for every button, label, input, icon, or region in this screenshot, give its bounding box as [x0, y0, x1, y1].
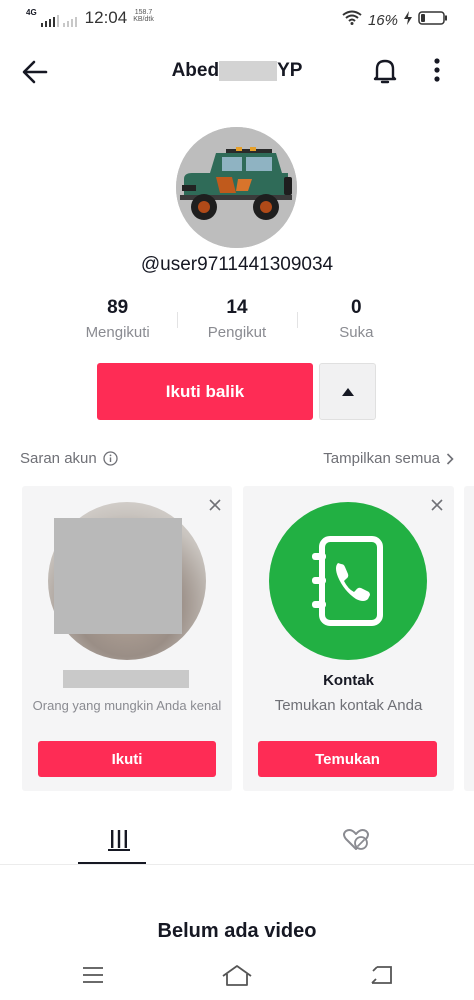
dismiss-contacts-button[interactable] [430, 498, 444, 512]
network-speed-unit: KB/dtk [133, 16, 154, 23]
wifi-icon [342, 10, 362, 30]
battery-percent: 16% [367, 11, 398, 29]
close-icon [431, 499, 443, 511]
profile-avatar[interactable] [176, 127, 297, 248]
charging-icon [404, 10, 412, 30]
status-bar: 4G 12:04 158.7 KB/dtk 16% [0, 0, 474, 36]
bell-icon [373, 59, 397, 84]
recents-button[interactable] [73, 960, 113, 990]
show-all-link[interactable]: Tampilkan semua [323, 450, 454, 467]
network-type: 4G [26, 8, 37, 17]
find-contacts-button[interactable]: Temukan [258, 741, 437, 777]
suggested-accounts-title: Saran akun [20, 450, 97, 467]
contacts-title: Kontak [323, 672, 374, 689]
network-speed: 158.7 KB/dtk [133, 9, 154, 23]
close-icon [209, 499, 221, 511]
system-nav-bar [0, 958, 474, 994]
back-nav-button[interactable] [361, 960, 401, 990]
grid-bars-icon [107, 830, 130, 851]
redacted-username-block [63, 670, 189, 688]
more-options-button[interactable] [425, 56, 449, 86]
followers-count: 14 [226, 297, 248, 318]
show-all-label: Tampilkan semua [323, 450, 440, 467]
follow-button[interactable]: Ikuti [38, 741, 216, 777]
heart-hidden-icon [342, 829, 369, 850]
following-count: 89 [107, 297, 129, 318]
stat-followers[interactable]: 14 Pengikut [177, 298, 296, 346]
profile-tabs [0, 815, 474, 865]
suggestion-card-partial[interactable] [464, 486, 474, 791]
redacted-name-block [219, 61, 278, 81]
signal-icon [40, 15, 59, 27]
dismiss-suggestion-button[interactable] [208, 498, 222, 512]
home-button[interactable] [217, 960, 257, 990]
info-icon[interactable] [103, 451, 118, 466]
battery-icon [418, 10, 448, 30]
username: @user9711441309034 [140, 254, 334, 275]
caret-up-icon [341, 387, 354, 396]
tabs-divider [0, 864, 474, 865]
chevron-right-icon [446, 452, 454, 465]
suggested-accounts-header: Saran akun Tampilkan semua [20, 450, 454, 470]
page-title: Abed YP [0, 60, 474, 82]
page-title-start: Abed [171, 60, 220, 81]
contacts-book-icon [269, 502, 427, 660]
notification-button[interactable] [370, 56, 400, 86]
page-title-end: YP [277, 60, 303, 81]
contacts-subtitle: Temukan kontak Anda [274, 697, 423, 714]
header: Abed YP [0, 50, 474, 94]
return-arrow-icon [371, 966, 392, 984]
stat-likes[interactable]: 0 Suka [296, 297, 416, 346]
home-icon [222, 965, 252, 986]
redacted-photo-block [54, 518, 182, 634]
likes-count: 0 [351, 297, 362, 318]
stat-following[interactable]: 89 Mengikuti [58, 298, 177, 346]
suggestion-reason: Orang yang mungkin Anda kenal [32, 698, 222, 713]
empty-state-text: Belum ada video [157, 920, 317, 942]
tab-liked-private[interactable] [237, 815, 474, 865]
following-label: Mengikuti [85, 324, 150, 341]
suggestions-toggle-button[interactable] [319, 363, 376, 420]
follow-back-button[interactable]: Ikuti balik [97, 363, 313, 420]
jeep-avatar-image [176, 127, 297, 248]
tab-videos[interactable] [0, 815, 237, 865]
clock: 12:04 [84, 8, 128, 27]
followers-label: Pengikut [207, 324, 267, 341]
profile-stats: 89 Mengikuti 14 Pengikut 0 Suka [58, 298, 416, 346]
menu-lines-icon [83, 967, 103, 983]
likes-label: Suka [339, 324, 374, 341]
network-speed-value: 158.7 [134, 9, 153, 16]
more-vertical-icon [434, 58, 440, 82]
signal-icon-secondary [62, 15, 77, 27]
